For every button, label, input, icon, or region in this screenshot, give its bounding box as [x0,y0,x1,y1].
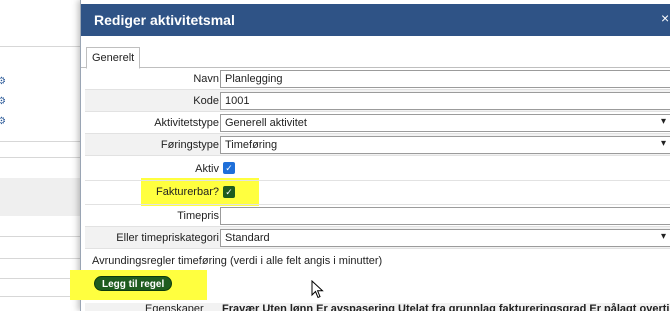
tab-bar: Generelt [81,44,670,69]
timepriskategori-select[interactable]: Standard ▾ [220,229,670,247]
timepriskategori-value: Standard [225,232,270,244]
aktiv-label: Aktiv [195,163,219,175]
tab-generelt[interactable]: Generelt [86,47,141,69]
fakturerbar-label: Fakturerbar? [156,186,219,198]
timepris-input[interactable] [220,207,670,225]
rounding-rules-text: Avrundingsregler timeføring (verdi i all… [92,255,383,267]
dialog-header: Rediger aktivitetsmal × [81,4,670,36]
edit-activity-template-dialog: Rediger aktivitetsmal × Generelt Navn Pl… [70,0,670,311]
aktivitetstype-value: Generell aktivitet [225,117,307,129]
add-rule-button[interactable]: Legg til regel [94,276,173,291]
timepris-label: Timepris [177,210,219,222]
divider [0,46,80,47]
divider [0,296,80,297]
foringstype-label: Føringstype [160,139,219,151]
dialog-title: Rediger aktivitetsmal [94,12,235,28]
divider [0,236,80,237]
row-aktivitetstype: Aktivitetstype Generell aktivitet ▾ * [85,112,670,134]
egenskaper-value: Fravær Uten lønn Er avspasering Utelat f… [222,303,670,311]
row-kode: Kode 1001 [85,90,670,112]
row-foringstype: Føringstype Timeføring ▾ [85,134,670,156]
navn-label: Navn [193,73,219,85]
background-app: ⚙ ⚙ ⚙ [0,0,80,311]
fakturerbar-checkbox[interactable]: ✓ [223,186,235,198]
divider [0,258,80,259]
row-timepris: Timepris [85,205,670,227]
background-panel [0,178,80,216]
row-fakturerbar: Fakturerbar? ✓ [85,181,670,205]
row-navn: Navn Planlegging * [85,68,670,90]
timepriskategori-label: Eller timepriskategori [116,232,219,244]
egenskaper-label: Egenskaper [145,303,204,311]
foringstype-select[interactable]: Timeføring ▾ [220,136,670,154]
aktivitetstype-select[interactable]: Generell aktivitet ▾ [220,114,670,132]
chevron-down-icon: ▾ [660,116,666,127]
aktiv-checkbox[interactable]: ✓ [223,162,235,174]
link-icon[interactable]: ⚙ [0,96,6,107]
kode-input[interactable]: 1001 [220,92,670,110]
chevron-down-icon: ▾ [660,231,666,242]
mouse-cursor-icon [311,280,324,299]
row-egenskaper: Egenskaper Fravær Uten lønn Er avspaseri… [85,303,670,311]
row-timepriskategori: Eller timepriskategori Standard ▾ [85,227,670,249]
aktivitetstype-label: Aktivitetstype [154,117,219,129]
divider [0,278,80,279]
kode-label: Kode [193,95,219,107]
chevron-down-icon: ▾ [660,138,666,149]
row-aktiv: Aktiv ✓ [85,156,670,181]
navn-input[interactable]: Planlegging [220,70,670,88]
link-icon[interactable]: ⚙ [0,116,6,127]
close-icon[interactable]: × [661,10,669,26]
divider [0,157,80,158]
link-icon[interactable]: ⚙ [0,76,6,87]
divider [0,141,80,142]
foringstype-value: Timeføring [225,139,278,151]
